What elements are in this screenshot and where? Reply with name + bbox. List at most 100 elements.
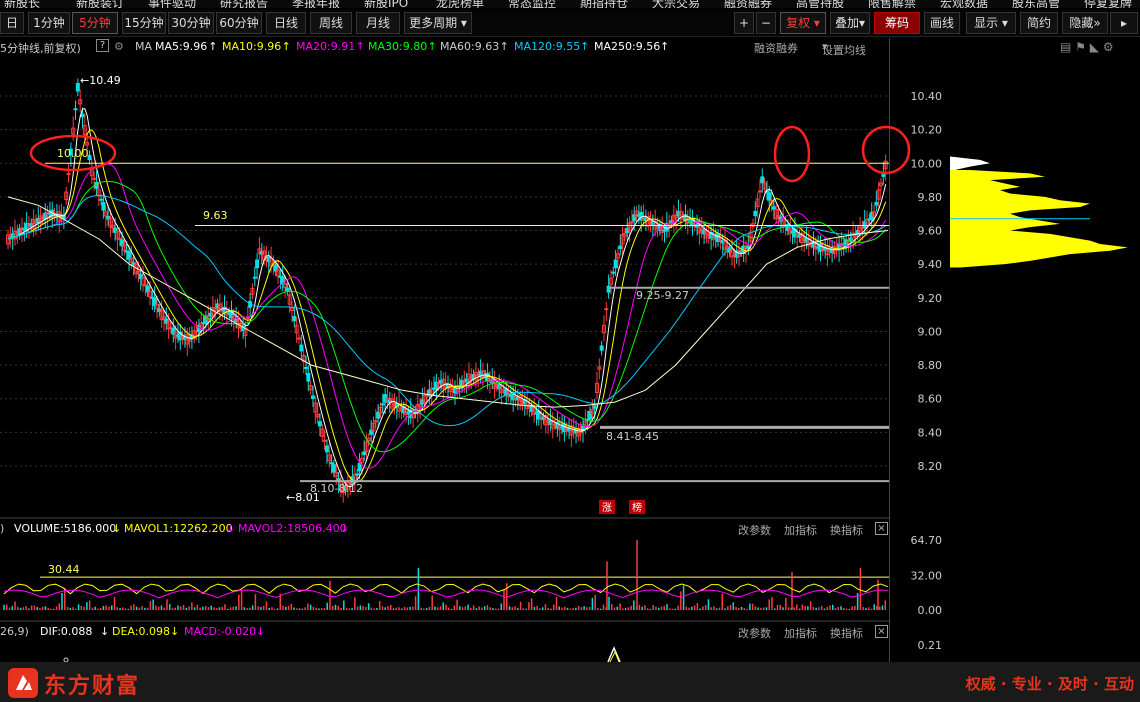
candle-body: [592, 405, 597, 409]
dif-value: DIF:0.088: [40, 625, 93, 638]
candle-body: [66, 173, 71, 176]
candle-body: [92, 177, 97, 180]
ma10-line: [7, 129, 887, 483]
range-label-810: 8.10-8.12: [310, 482, 363, 495]
volume-header: ) VOLUME:5186.000 ↓ MAVOL1:12262.200 ↓ M…: [0, 521, 890, 537]
limit-up-badge-text: 涨: [602, 502, 612, 514]
mavol1-line: [3, 583, 889, 595]
candle-body: [760, 176, 765, 184]
brand-name: 东方财富: [44, 674, 141, 699]
gear-icon[interactable]: ⚙: [1103, 40, 1114, 54]
price-tick-label: 10.20: [911, 124, 943, 137]
mavol2-value: MAVOL2:18506.400: [238, 522, 347, 535]
candle-body: [255, 259, 260, 269]
level-label-10: 10.00: [57, 147, 89, 160]
volume-tick-label: 32.00: [911, 569, 943, 582]
volume-paren: ): [0, 522, 5, 535]
candle-body: [331, 464, 336, 473]
candle-body: [143, 284, 148, 287]
candle-body: [322, 439, 327, 442]
candle-body: [362, 451, 367, 456]
candle-body: [629, 221, 634, 224]
candle-body: [303, 366, 308, 369]
add-indicator-link[interactable]: 加指标: [784, 522, 817, 538]
arrow-down-icon: ↓: [170, 625, 180, 638]
macd-header: 26,9) DIF:0.088 ↓ DEA:0.098 ↓ MACD:-0.02…: [0, 624, 890, 640]
price-tick-label: 8.40: [918, 426, 943, 439]
candle-body: [753, 210, 758, 217]
bars-icon[interactable]: ▤: [1060, 40, 1071, 54]
candle-body: [771, 206, 776, 210]
candle-body: [292, 316, 297, 322]
add-indicator-link[interactable]: 加指标: [784, 625, 817, 641]
candle-body: [757, 190, 762, 193]
swap-indicator-link[interactable]: 换指标: [830, 625, 863, 641]
close-icon[interactable]: ×: [875, 522, 888, 535]
price-tick-label: 9.00: [918, 325, 943, 338]
list-badge-text: 榜: [632, 501, 642, 514]
price-tick-label: 8.60: [918, 393, 943, 406]
close-icon[interactable]: ×: [875, 625, 888, 638]
candle-body: [599, 345, 604, 351]
candle-body: [80, 113, 85, 118]
price-tick-label: 10.00: [911, 157, 943, 170]
candle-body: [604, 308, 609, 311]
highlight-ellipse: [773, 125, 811, 183]
candle-body: [874, 202, 879, 206]
arrow-down-icon: ↓: [100, 625, 110, 638]
candle-body: [101, 202, 106, 211]
candle-body: [324, 445, 329, 453]
candle-body: [117, 238, 122, 241]
chip-settings-icons[interactable]: ▤ ⚑ ◣ ⚙: [1060, 40, 1114, 54]
price-tick-label: 9.80: [918, 191, 943, 204]
price-tick-label: 8.20: [918, 460, 943, 473]
candle-body: [355, 473, 360, 476]
candle-body: [329, 462, 334, 465]
volume-value: VOLUME:5186.000: [14, 522, 117, 535]
macd-value: MACD:-0.020: [184, 625, 257, 638]
candle-body: [245, 317, 250, 320]
candle-body: [380, 403, 385, 406]
arrow-down-icon: ↓: [340, 522, 350, 535]
candle-body: [767, 192, 772, 201]
macd-params: 26,9): [0, 625, 29, 638]
footer-banner: 东方财富 权威 · 专业 · 及时 · 互动: [0, 662, 1140, 702]
arrow-down-icon: ↓: [226, 522, 236, 535]
candle-body: [606, 285, 611, 293]
range-label-841: 8.41-8.45: [606, 430, 659, 443]
candle-body: [99, 198, 104, 201]
ma30-line: [7, 180, 887, 453]
dea-value: DEA:0.098: [112, 625, 170, 638]
candle-body: [310, 395, 315, 399]
arrow-down-icon: ↓: [112, 522, 122, 535]
change-params-link[interactable]: 改参数: [738, 522, 771, 538]
volume-tick-label: 0.00: [918, 604, 943, 617]
level-label-963: 9.63: [203, 209, 228, 222]
chip-profile-white: [950, 156, 990, 170]
candle-body: [73, 108, 78, 111]
candle-body: [75, 82, 80, 92]
candle-body: [613, 259, 618, 269]
brand-slogan: 权威 · 专业 · 及时 · 互动: [965, 675, 1134, 693]
flag-icon[interactable]: ⚑: [1075, 40, 1086, 54]
kline-chart[interactable]: 10.40 10.20 10.00 9.80 9.60 9.40 9.20 9.00 8.80 8…: [0, 0, 1140, 662]
ma120-line: [7, 194, 886, 427]
brand-logo-icon: [8, 668, 38, 698]
candle-body: [297, 337, 302, 340]
price-tick-label: 9.60: [918, 225, 943, 238]
candle-body: [357, 462, 362, 472]
price-tick-label: 9.20: [918, 292, 943, 305]
change-params-link[interactable]: 改参数: [738, 625, 771, 641]
triangle-icon[interactable]: ◣: [1090, 40, 1099, 54]
price-tick-label: 9.40: [918, 258, 943, 271]
swap-indicator-link[interactable]: 换指标: [830, 522, 863, 538]
volume-level-label: 30.44: [48, 563, 80, 576]
candle-body: [299, 344, 304, 352]
candle-body: [611, 271, 616, 274]
candle-body: [285, 287, 290, 292]
volume-tick-label: 64.70: [911, 534, 943, 547]
ma20-line: [7, 163, 887, 469]
range-label-925: 9.25-9.27: [636, 289, 689, 302]
candle-body: [373, 420, 378, 423]
logo-mark: [16, 675, 32, 690]
